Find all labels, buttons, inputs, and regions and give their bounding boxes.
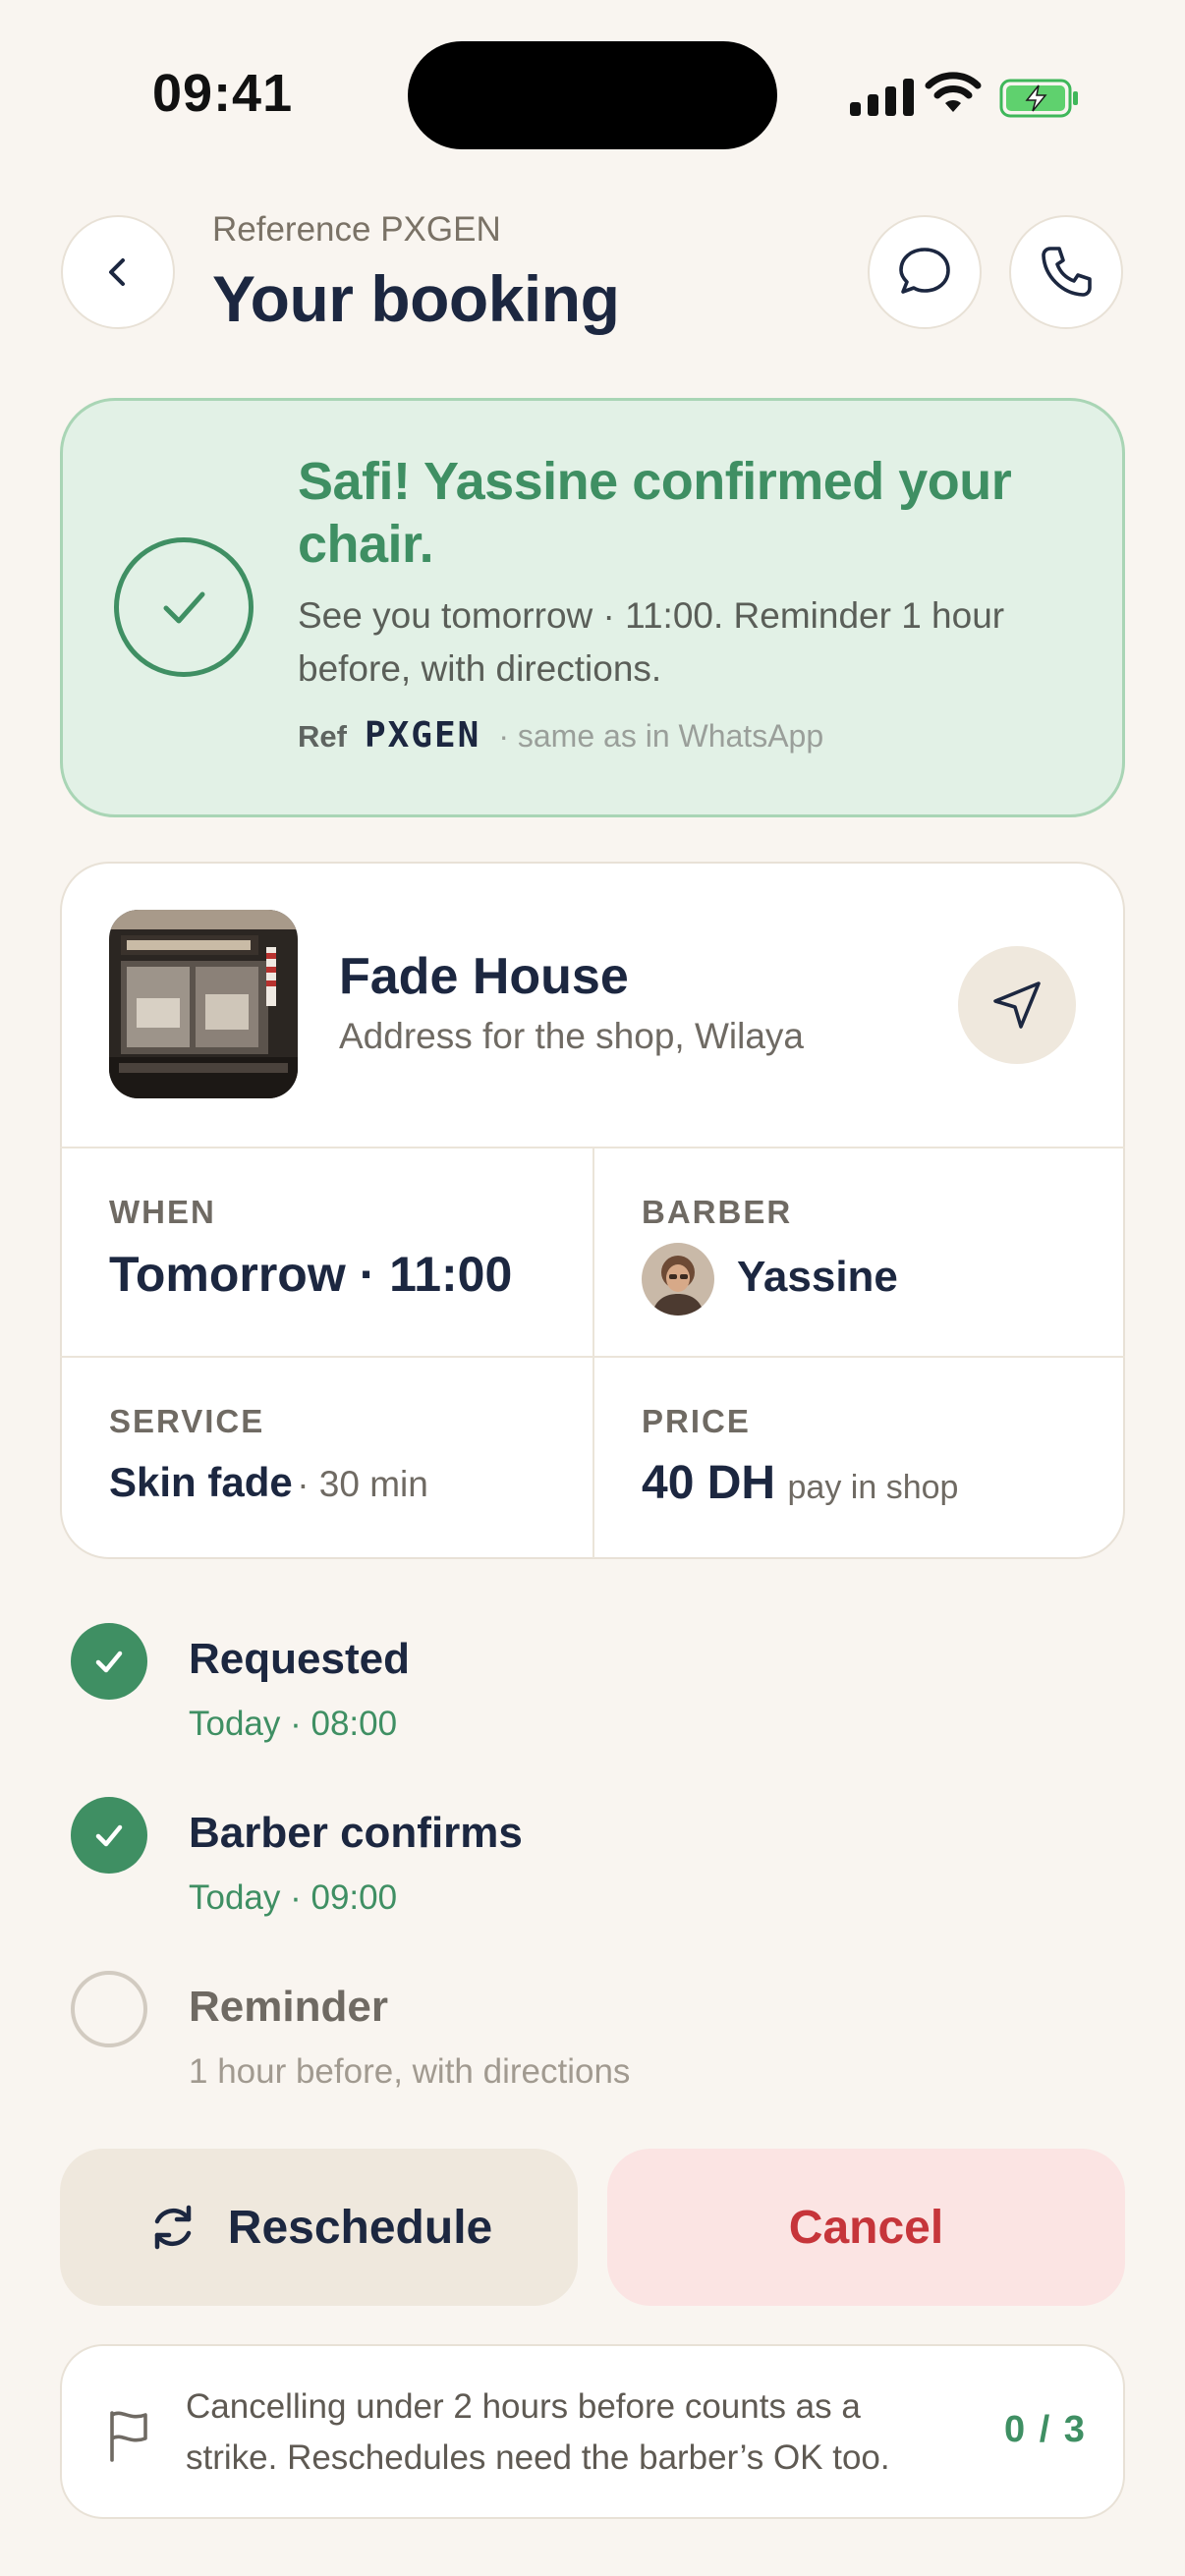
step-pending-icon <box>71 1971 147 2047</box>
timeline-step-subtitle: Today · 09:00 <box>189 1878 398 1917</box>
barber-avatar <box>642 1243 714 1316</box>
reschedule-label: Reschedule <box>227 2201 493 2254</box>
strike-counter: 0 / 3 <box>1004 2409 1087 2450</box>
service-duration: · 30 min <box>297 1464 428 1504</box>
battery-charging-icon <box>999 79 1080 123</box>
price-value: 40 DH <box>642 1457 776 1509</box>
directions-button[interactable] <box>958 946 1076 1064</box>
when-label: WHEN <box>109 1194 216 1230</box>
cancel-label: Cancel <box>788 2201 944 2254</box>
timeline-step-subtitle: 1 hour before, with directions <box>189 2052 631 2091</box>
check-circle-icon <box>114 537 254 677</box>
chat-bubble-icon <box>899 248 950 294</box>
back-button[interactable] <box>61 215 175 329</box>
price-row: 40 DH pay in shop <box>642 1456 958 1510</box>
chat-button[interactable] <box>868 215 982 329</box>
price-note: pay in shop <box>787 1469 959 1506</box>
page-title: Your booking <box>212 262 620 335</box>
shop-name: Fade House <box>339 948 629 1005</box>
navigation-arrow-icon <box>993 981 1041 1029</box>
reschedule-button[interactable]: Reschedule <box>60 2149 578 2306</box>
refresh-icon <box>154 2205 192 2250</box>
when-value: Tomorrow · 11:00 <box>109 1247 513 1302</box>
barber-label: BARBER <box>642 1194 793 1230</box>
wifi-icon <box>924 71 983 119</box>
barber-name: Yassine <box>737 1253 898 1301</box>
ref-note: · same as in WhatsApp <box>498 718 824 754</box>
chevron-left-icon <box>109 258 125 286</box>
flag-icon <box>104 2407 153 2467</box>
cellular-signal-icon <box>850 77 914 116</box>
timeline-step-title: Reminder <box>189 1983 388 2031</box>
timeline-step-title: Barber confirms <box>189 1809 523 1857</box>
ref-code: PXGEN <box>364 715 481 756</box>
cancel-button[interactable]: Cancel <box>607 2149 1125 2306</box>
booking-reference-label: Reference PXGEN <box>212 210 501 249</box>
shop-photo <box>109 910 298 1098</box>
check-icon <box>95 1651 123 1673</box>
status-time: 09:41 <box>152 64 294 123</box>
dynamic-island <box>408 41 777 149</box>
step-done-icon <box>71 1623 147 1700</box>
timeline-step-subtitle: Today · 08:00 <box>189 1705 398 1743</box>
timeline-step-title: Requested <box>189 1635 410 1683</box>
confirmation-title: Safi! Yassine confirmed your chair. <box>298 452 1012 574</box>
service-row: Skin fade · 30 min <box>109 1459 428 1506</box>
divider <box>592 1148 594 1558</box>
phone-icon <box>1042 247 1092 297</box>
call-button[interactable] <box>1009 215 1123 329</box>
confirmation-message: See you tomorrow · 11:00. Reminder 1 hou… <box>298 595 1005 689</box>
shop-address: Address for the shop, Wilaya <box>339 1016 804 1056</box>
booking-reference-row: Ref PXGEN · same as in WhatsApp <box>298 715 823 756</box>
step-done-icon <box>71 1797 147 1874</box>
service-label: SERVICE <box>109 1403 265 1439</box>
check-icon <box>95 1824 123 1847</box>
policy-text: Cancelling under 2 hours before counts a… <box>186 2387 890 2477</box>
service-value: Skin fade <box>109 1459 293 1505</box>
price-label: PRICE <box>642 1403 751 1439</box>
ref-prefix: Ref <box>298 719 347 754</box>
